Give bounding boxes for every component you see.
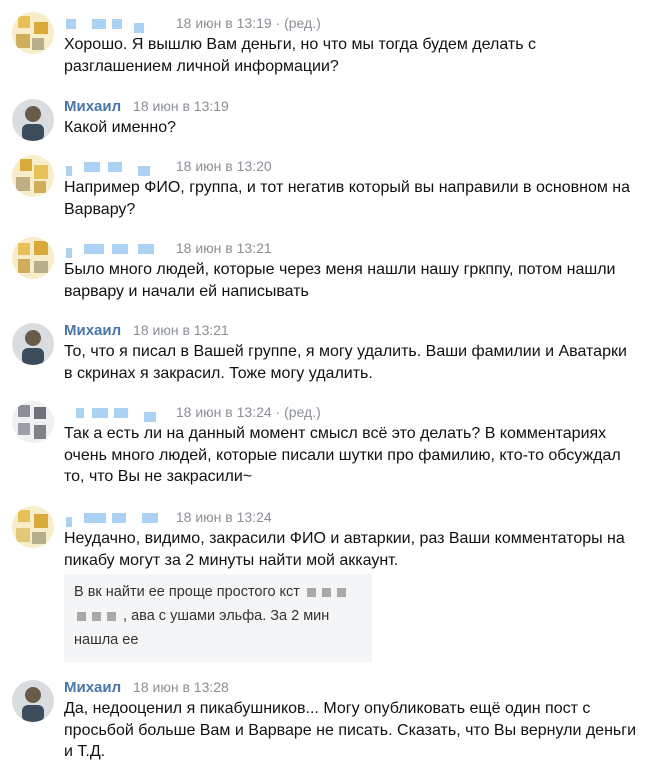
message-header: 18 июн в 13:24 xyxy=(64,506,272,528)
pixelated-avatar-icon xyxy=(12,12,54,54)
pixelated-avatar-icon xyxy=(12,401,54,443)
avatar-blurred[interactable] xyxy=(12,155,54,197)
message-time[interactable]: 18 июн в 13:24 xyxy=(176,404,272,420)
message-text: Так а есть ли на данный момент смысл всё… xyxy=(64,425,621,485)
redaction-mark xyxy=(92,611,101,621)
message-time[interactable]: 18 июн в 13:28 xyxy=(133,679,229,695)
message-header: Михаил 18 июн в 13:28 xyxy=(64,676,229,698)
blurred-author-name[interactable] xyxy=(64,406,164,423)
quoted-screenshot[interactable]: В вк найти ее проще простого кст , ава с… xyxy=(64,574,372,662)
avatar[interactable] xyxy=(12,99,54,141)
redaction-mark xyxy=(77,611,86,621)
quote-line-2: , ава с ушами эльфа. За 2 мин xyxy=(74,608,329,624)
message-time[interactable]: 18 июн в 13:24 xyxy=(176,509,272,525)
blurred-author-name[interactable] xyxy=(64,17,164,34)
avatar-blurred[interactable] xyxy=(12,12,54,54)
pixelated-avatar-icon xyxy=(12,237,54,279)
edited-label: · (ред.) xyxy=(275,404,321,420)
message-header: 18 июн в 13:19 · (ред.) xyxy=(64,12,321,34)
redaction-mark xyxy=(107,611,116,621)
blurred-author-name[interactable] xyxy=(64,242,164,259)
avatar-blurred[interactable] xyxy=(12,506,54,548)
message-text: Хорошо. Я вышлю Вам деньги, но что мы то… xyxy=(64,36,536,75)
message-header: 18 июн в 13:20 xyxy=(64,155,272,177)
message-header: Михаил 18 июн в 13:21 xyxy=(64,319,229,341)
message-feed: 18 июн в 13:19 · (ред.) Хорошо. Я вышлю … xyxy=(0,0,650,774)
message-header: 18 июн в 13:21 xyxy=(64,237,272,259)
message-time[interactable]: 18 июн в 13:19 xyxy=(133,98,229,114)
avatar[interactable] xyxy=(12,680,54,722)
message-text: Было много людей, которые через меня наш… xyxy=(64,261,616,300)
message-text: Какой именно? xyxy=(64,119,176,136)
message-text: Неудачно, видимо, закрасили ФИО и автарк… xyxy=(64,530,625,569)
message-header: 18 июн в 13:24 · (ред.) xyxy=(64,401,321,423)
message-time[interactable]: 18 июн в 13:20 xyxy=(176,158,272,174)
message-header: Михаил 18 июн в 13:19 xyxy=(64,95,229,117)
avatar-blurred[interactable] xyxy=(12,237,54,279)
user-photo-icon xyxy=(12,99,54,141)
author-name[interactable]: Михаил xyxy=(64,98,121,115)
author-name[interactable]: Михаил xyxy=(64,679,121,696)
quote-line-1-text: В вк найти ее проще простого кст xyxy=(74,584,300,600)
quote-line-3: нашла ее xyxy=(74,632,139,648)
blurred-author-name[interactable] xyxy=(64,511,164,528)
avatar[interactable] xyxy=(12,323,54,365)
user-photo-icon xyxy=(12,323,54,365)
message-time[interactable]: 18 июн в 13:19 xyxy=(176,15,272,31)
pixelated-avatar-icon xyxy=(12,506,54,548)
redaction-mark xyxy=(321,587,331,597)
redaction-mark xyxy=(306,587,316,597)
blurred-author-name[interactable] xyxy=(64,160,164,177)
quote-line-2-text: , ава с ушами эльфа. За 2 мин xyxy=(123,608,330,624)
message-text: Например ФИО, группа, и тот негатив кото… xyxy=(64,179,631,218)
user-photo-icon xyxy=(12,680,54,722)
author-name[interactable]: Михаил xyxy=(64,322,121,339)
pixelated-avatar-icon xyxy=(12,155,54,197)
avatar-blurred[interactable] xyxy=(12,401,54,443)
message-time[interactable]: 18 июн в 13:21 xyxy=(133,322,229,338)
message-time[interactable]: 18 июн в 13:21 xyxy=(176,240,272,256)
message-text: То, что я писал в Вашей группе, я могу у… xyxy=(64,343,627,382)
message-text: Да, недооценил я пикабушников... Могу оп… xyxy=(64,700,637,760)
quote-line-1: В вк найти ее проще простого кст xyxy=(74,584,349,600)
edited-label: · (ред.) xyxy=(275,15,321,31)
redaction-mark xyxy=(336,587,346,597)
